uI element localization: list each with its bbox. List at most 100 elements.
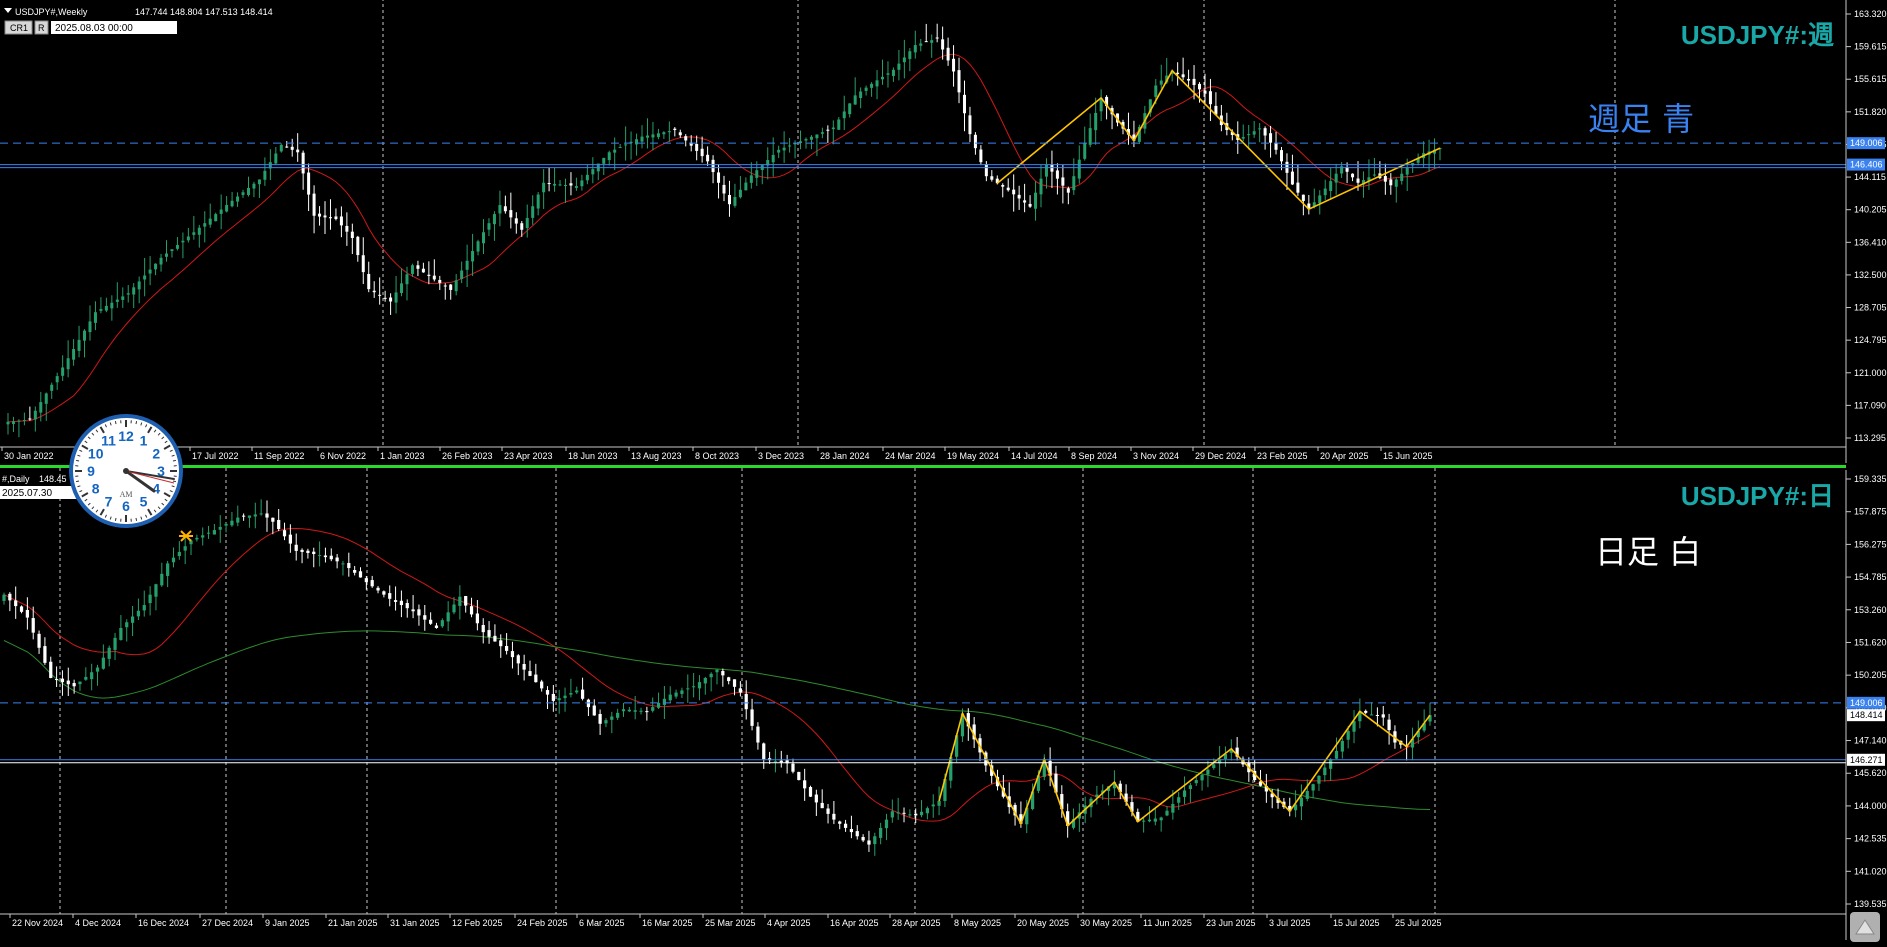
weekly-price-tags: 149.006 146.406	[1847, 137, 1885, 171]
d-time-tick-label: 16 Mar 2025	[642, 918, 693, 928]
svg-text:11: 11	[101, 433, 116, 449]
daily-date-value: 2025.07.30	[2, 488, 52, 499]
d-price-tick-label: 150.205	[1854, 670, 1887, 680]
d-time-tick-label: 25 Mar 2025	[705, 918, 756, 928]
d-time-tick-label: 11 Jun 2025	[1143, 918, 1192, 928]
w-price-tag-solid-level: 146.406	[1847, 158, 1885, 171]
w-time-tick-label: 18 Jun 2023	[568, 451, 618, 461]
daily-price-axis[interactable]: 159.335 157.875 156.275 154.785 153.260 151.6…	[1846, 474, 1887, 909]
d-price-tick-label: 141.020	[1854, 866, 1887, 876]
w-price-tick-label: 140.205	[1854, 205, 1887, 215]
d-time-tick-label: 28 Apr 2025	[892, 918, 941, 928]
w-price-tick-label: 121.000	[1854, 368, 1887, 378]
w-time-tick-label: 8 Sep 2024	[1071, 451, 1117, 461]
daily-header: #,Daily 148.45 2025.07.30	[0, 474, 78, 499]
weekly-note: 週足 青	[1588, 100, 1694, 138]
analog-clock-icon[interactable]: 1234567891011 12 AM	[69, 414, 183, 528]
w-time-tick-label: 26 Feb 2023	[442, 451, 493, 461]
r-button-label: R	[38, 23, 45, 33]
w-price-tick-label: 136.410	[1854, 237, 1887, 247]
w-time-tick-label: 28 Jan 2024	[820, 451, 870, 461]
w-price-tick-label: 117.090	[1854, 400, 1886, 410]
weekly-chart-pane[interactable]: USDJPY#,Weekly 147.744 148.804 147.513 1…	[0, 0, 1887, 463]
w-price-tick-label: 124.795	[1854, 335, 1887, 345]
d-price-tick-label: 151.620	[1854, 637, 1887, 647]
d-time-tick-label: 16 Apr 2025	[830, 918, 879, 928]
d-time-tick-label: 22 Nov 2024	[12, 918, 63, 928]
d-time-tick-label: 8 May 2025	[954, 918, 1001, 928]
daily-chart-pane[interactable]: #,Daily 148.45 2025.07.30 USDJPY#:日 日足 白…	[0, 468, 1887, 940]
w-time-tick-label: 14 Jul 2024	[1011, 451, 1058, 461]
pane-separator[interactable]	[0, 465, 1846, 468]
weekly-price-axis[interactable]: 163.320159.615155.615151.820148.195144.1…	[1846, 9, 1887, 443]
w-price-tick-label: 163.320	[1854, 9, 1887, 19]
d-time-tick-label: 21 Jan 2025	[328, 918, 378, 928]
svg-text:146.406: 146.406	[1850, 160, 1883, 170]
svg-text:12: 12	[118, 428, 134, 444]
d-time-tick-label: 9 Jan 2025	[265, 918, 310, 928]
w-time-tick-label: 19 May 2024	[947, 451, 999, 461]
weekly-date-value: 2025.08.03 00:00	[55, 23, 133, 34]
svg-text:2: 2	[152, 446, 160, 462]
d-time-tick-label: 6 Mar 2025	[579, 918, 625, 928]
d-price-tag-dashed-level: 149.006	[1847, 696, 1885, 709]
w-price-tick-label: 155.615	[1854, 74, 1887, 84]
daily-ohlc-values: 148.45	[39, 474, 67, 484]
d-candle	[808, 785, 813, 797]
daily-note: 日足 白	[1595, 533, 1701, 571]
cr1-button-label: CR1	[10, 23, 28, 33]
d-price-tick-label: 153.260	[1854, 605, 1887, 615]
d-price-tick-label: 147.140	[1854, 736, 1887, 746]
d-price-tick-label: 144.000	[1854, 801, 1887, 811]
d-price-tick-label: 142.535	[1854, 834, 1887, 844]
d-time-tick-label: 30 May 2025	[1080, 918, 1132, 928]
w-price-tick-label: 128.705	[1854, 303, 1887, 313]
w-time-tick-label: 17 Jul 2022	[192, 451, 239, 461]
w-time-tick-label: 3 Dec 2023	[758, 451, 804, 461]
w-time-tick-label: 23 Feb 2025	[1257, 451, 1308, 461]
w-price-tick-label: 151.820	[1854, 107, 1887, 117]
w-price-tick-label: 159.615	[1854, 42, 1887, 52]
w-time-tick-label: 3 Nov 2024	[1133, 451, 1179, 461]
d-time-tick-label: 20 May 2025	[1017, 918, 1069, 928]
d-price-tick-label: 159.335	[1854, 474, 1887, 484]
d-time-tick-label: 31 Jan 2025	[390, 918, 440, 928]
weekly-symbol-label: USDJPY#,Weekly	[15, 7, 88, 17]
weekly-chart-title: USDJPY#:週	[1681, 20, 1834, 50]
d-time-tick-label: 16 Dec 2024	[138, 918, 189, 928]
svg-text:8: 8	[92, 481, 100, 497]
svg-text:149.006: 149.006	[1850, 138, 1883, 148]
w-time-tick-label: 13 Aug 2023	[631, 451, 682, 461]
w-time-tick-label: 1 Jan 2023	[380, 451, 425, 461]
d-price-tick-label: 157.875	[1854, 507, 1887, 517]
w-time-tick-label: 29 Dec 2024	[1195, 451, 1246, 461]
svg-text:146.271: 146.271	[1850, 755, 1883, 765]
d-price-tag-solid-level: 146.271	[1847, 753, 1885, 766]
d-price-tick-label: 156.275	[1854, 539, 1887, 549]
w-price-tick-label: 144.115	[1854, 172, 1886, 182]
d-candle	[797, 771, 801, 781]
svg-text:7: 7	[105, 493, 113, 509]
d-time-tick-label: 15 Jul 2025	[1333, 918, 1380, 928]
svg-text:149.006: 149.006	[1850, 698, 1883, 708]
corner-logo-icon	[1850, 912, 1880, 942]
daily-plot-background	[0, 470, 1846, 940]
w-time-tick-label: 23 Apr 2023	[504, 451, 553, 461]
w-time-tick-label: 11 Sep 2022	[254, 451, 304, 461]
daily-price-tags: 149.006 148.414 146.271	[1847, 696, 1885, 766]
svg-text:4: 4	[152, 481, 160, 497]
d-price-tick-label: 139.535	[1854, 899, 1887, 909]
d-time-tick-label: 4 Apr 2025	[767, 918, 811, 928]
svg-text:5: 5	[140, 493, 148, 509]
chart-workspace[interactable]: USDJPY#,Weekly 147.744 148.804 147.513 1…	[0, 0, 1887, 947]
d-time-tick-label: 4 Dec 2024	[75, 918, 121, 928]
d-time-tick-label: 27 Dec 2024	[202, 918, 253, 928]
d-time-tick-label: 23 Jun 2025	[1206, 918, 1256, 928]
d-price-tag-last-price: 148.414	[1847, 709, 1885, 722]
daily-chart-title: USDJPY#:日	[1681, 481, 1834, 511]
w-time-tick-label: 6 Nov 2022	[320, 451, 366, 461]
svg-text:148.414: 148.414	[1850, 710, 1883, 720]
w-time-tick-label: 30 Jan 2022	[4, 451, 54, 461]
d-price-tick-label: 145.620	[1854, 768, 1887, 778]
d-time-tick-label: 25 Jul 2025	[1395, 918, 1442, 928]
